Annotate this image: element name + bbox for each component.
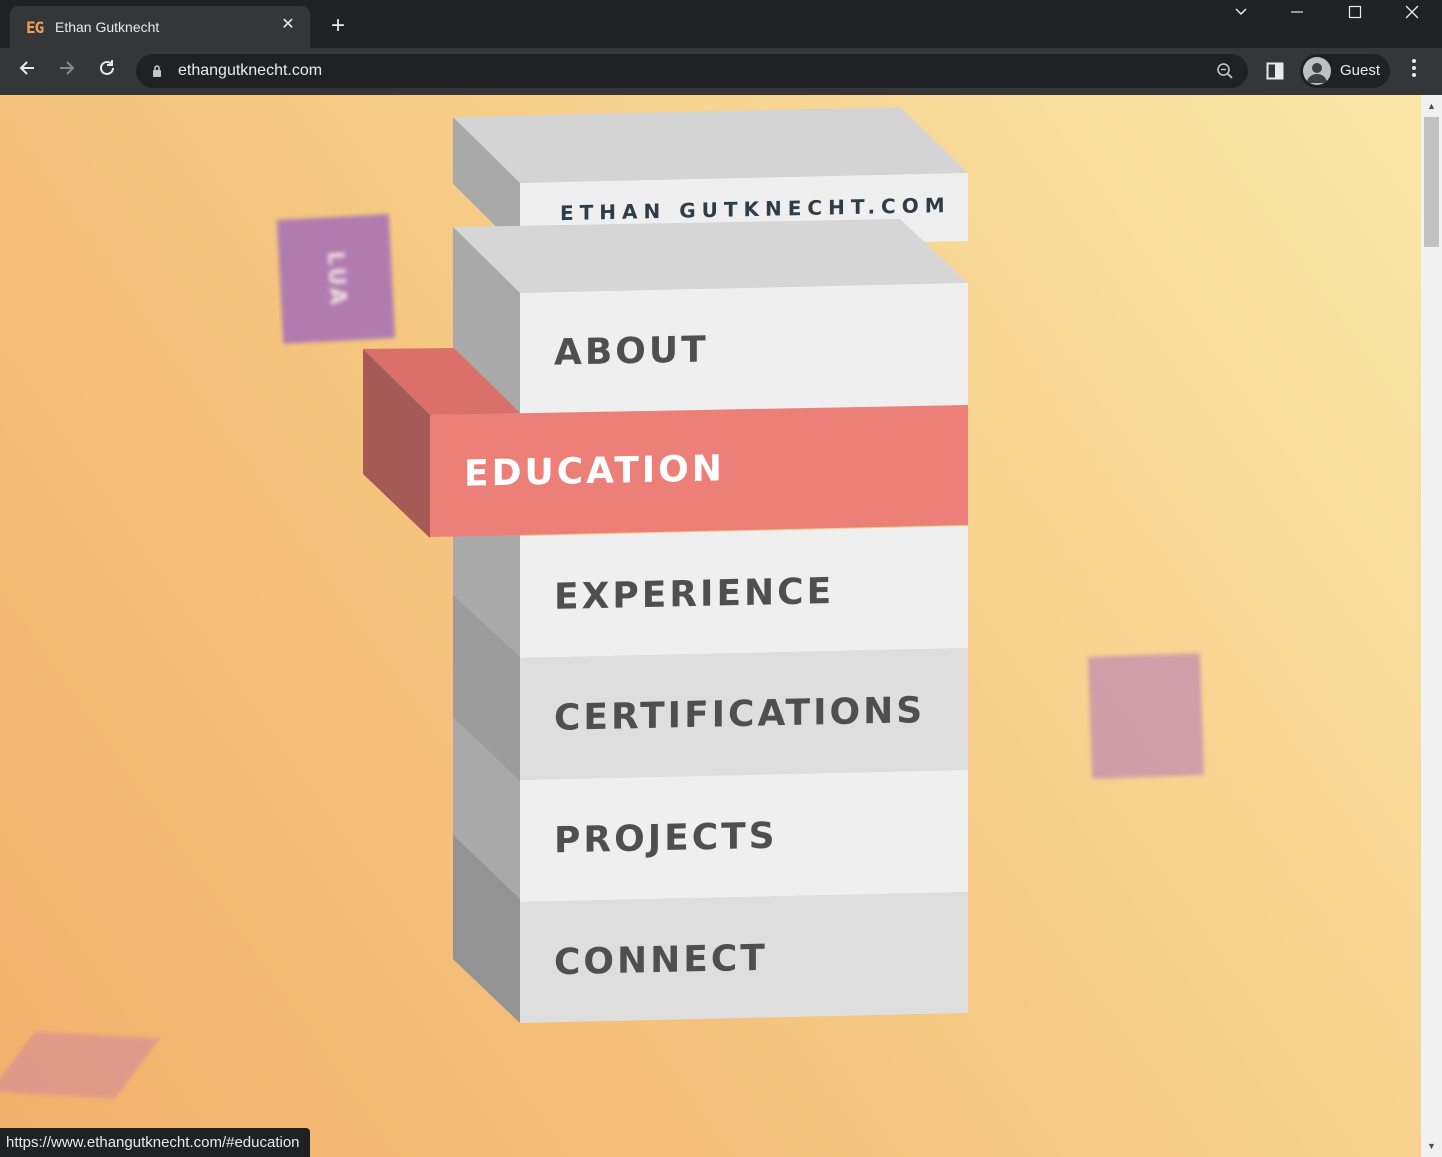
forward-arrow-icon	[60, 61, 75, 75]
page-viewport: LUA ETHAN GUTKNECHT.COM ABOUT EDUCATION …	[0, 95, 1421, 1157]
tab-strip: EG Ethan Gutknecht ✕ +	[0, 0, 1442, 48]
address-bar[interactable]: ethangutknecht.com	[136, 54, 1248, 88]
forward-button[interactable]	[51, 56, 83, 88]
reload-button[interactable]	[91, 56, 123, 88]
guest-avatar-icon	[1303, 57, 1331, 85]
menu-item-certifications[interactable]: CERTIFICATIONS	[520, 658, 968, 778]
minimize-window-button[interactable]	[1274, 0, 1320, 30]
kebab-menu-icon[interactable]	[1404, 58, 1424, 84]
side-panel-icon[interactable]	[1266, 62, 1284, 80]
menu-item-education[interactable]: EDUCATION	[430, 411, 968, 535]
link-status-bubble: https://www.ethangutknecht.com/#educatio…	[0, 1128, 310, 1157]
menu-item-label: CONNECT	[554, 937, 768, 984]
new-tab-button[interactable]: +	[324, 12, 352, 40]
menu-item-connect[interactable]: CONNECT	[520, 902, 968, 1022]
menu-item-label: EXPERIENCE	[554, 571, 835, 618]
reload-icon	[100, 60, 114, 75]
tab-title: Ethan Gutknecht	[55, 19, 160, 35]
tab-search-chevron-icon[interactable]	[1218, 0, 1264, 30]
close-window-button[interactable]	[1389, 0, 1435, 30]
menu-item-experience[interactable]: EXPERIENCE	[520, 536, 968, 656]
page-scrollbar[interactable]: ▲ ▼	[1421, 95, 1442, 1157]
browser-toolbar: ethangutknecht.com Guest	[0, 48, 1442, 95]
menu-item-label: CERTIFICATIONS	[554, 690, 926, 739]
maximize-window-button[interactable]	[1332, 0, 1378, 30]
menu-item-label: PROJECTS	[554, 815, 778, 862]
url-text[interactable]: ethangutknecht.com	[178, 62, 322, 80]
menu-item-projects[interactable]: PROJECTS	[520, 780, 968, 900]
zoom-icon[interactable]	[1216, 62, 1234, 80]
close-tab-icon[interactable]: ✕	[278, 15, 298, 35]
menu-item-about[interactable]: ABOUT	[520, 293, 968, 413]
browser-tab[interactable]: EG Ethan Gutknecht ✕	[10, 6, 310, 48]
lock-icon[interactable]	[152, 64, 162, 78]
back-button[interactable]	[11, 56, 43, 88]
profile-label: Guest	[1340, 62, 1381, 79]
scrollbar-thumb[interactable]	[1424, 117, 1439, 247]
profile-button[interactable]: Guest	[1300, 54, 1390, 88]
scroll-up-arrow-icon[interactable]: ▲	[1421, 97, 1442, 115]
scroll-down-arrow-icon[interactable]: ▼	[1421, 1137, 1442, 1155]
site-favicon-icon: EG	[26, 18, 44, 37]
menu-item-label: EDUCATION	[464, 448, 725, 495]
back-arrow-icon	[19, 61, 34, 75]
menu-item-label: ABOUT	[554, 329, 709, 374]
